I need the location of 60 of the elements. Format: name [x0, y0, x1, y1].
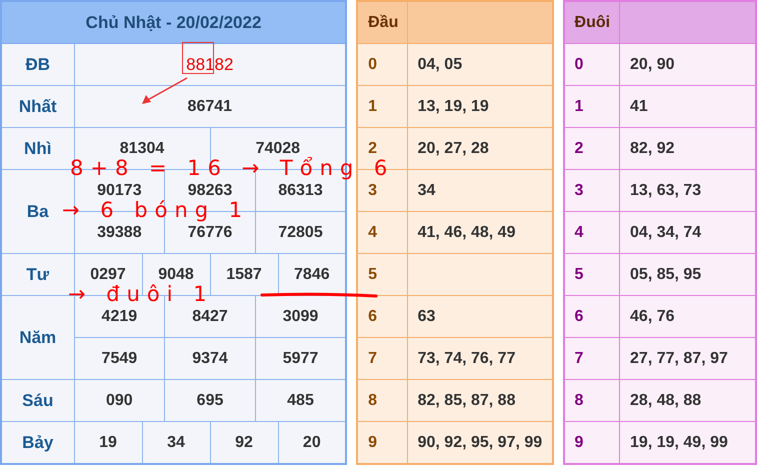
prize-label: Năm: [1, 296, 74, 380]
digit-cell: 5: [564, 254, 620, 296]
numbers-cell: 19, 19, 49, 99: [620, 422, 756, 464]
numbers-cell: 41, 46, 48, 49: [407, 212, 553, 254]
digit-cell: 9: [357, 422, 408, 464]
digit-cell: 7: [564, 338, 620, 380]
digit-cell: 0: [564, 44, 620, 86]
prize-number: 34: [142, 422, 210, 464]
numbers-cell: 63: [407, 296, 553, 338]
numbers-cell: 82, 92: [620, 128, 756, 170]
prize-number: 090: [74, 380, 165, 422]
prize-label: ĐB: [1, 44, 74, 86]
numbers-cell: 41: [620, 86, 756, 128]
digit-cell: 5: [357, 254, 408, 296]
digit-cell: 3: [564, 170, 620, 212]
prize-number: 19: [74, 422, 142, 464]
prize-number: 3099: [255, 296, 346, 338]
digit-cell: 0: [357, 44, 408, 86]
digit-cell: 8: [564, 380, 620, 422]
table-title: Chủ Nhật - 20/02/2022: [1, 1, 346, 44]
numbers-cell: 27, 77, 87, 97: [620, 338, 756, 380]
digit-cell: 4: [357, 212, 408, 254]
numbers-cell: 13, 19, 19: [407, 86, 553, 128]
numbers-cell: 46, 76: [620, 296, 756, 338]
prize-number: 86741: [74, 86, 346, 128]
digit-cell: 6: [564, 296, 620, 338]
numbers-cell: 20, 90: [620, 44, 756, 86]
numbers-cell: 28, 48, 88: [620, 380, 756, 422]
prize-number: 20: [278, 422, 346, 464]
digit-cell: 2: [564, 128, 620, 170]
prize-number: 7846: [278, 254, 346, 296]
numbers-cell: 34: [407, 170, 553, 212]
column-header: Đầu: [357, 1, 408, 44]
numbers-cell: 90, 92, 95, 97, 99: [407, 422, 553, 464]
prize-number: 72805: [255, 212, 346, 254]
digit-cell: 4: [564, 212, 620, 254]
digit-cell: 1: [357, 86, 408, 128]
numbers-cell: 20, 27, 28: [407, 128, 553, 170]
numbers-cell: 04, 34, 74: [620, 212, 756, 254]
column-header: Đuôi: [564, 1, 620, 44]
prize-number: 9374: [164, 338, 256, 380]
numbers-cell: 04, 05: [407, 44, 553, 86]
prize-number: 5977: [255, 338, 346, 380]
digit-cell: 9: [564, 422, 620, 464]
prize-number: 7549: [74, 338, 165, 380]
digit-cell: 8: [357, 380, 408, 422]
numbers-cell: 05, 85, 95: [620, 254, 756, 296]
digit-cell: 1: [564, 86, 620, 128]
prize-number: 695: [164, 380, 256, 422]
numbers-cell: 82, 85, 87, 88: [407, 380, 553, 422]
prize-label: Sáu: [1, 380, 74, 422]
digit-cell: 6: [357, 296, 408, 338]
prize-label: Bảy: [1, 422, 74, 464]
digit-cell: 7: [357, 338, 408, 380]
prize-number: 485: [255, 380, 346, 422]
numbers-cell: 13, 63, 73: [620, 170, 756, 212]
prize-number: 1587: [210, 254, 278, 296]
prize-number: 92: [210, 422, 278, 464]
numbers-cell: 73, 74, 76, 77: [407, 338, 553, 380]
prize-label: Nhất: [1, 86, 74, 128]
